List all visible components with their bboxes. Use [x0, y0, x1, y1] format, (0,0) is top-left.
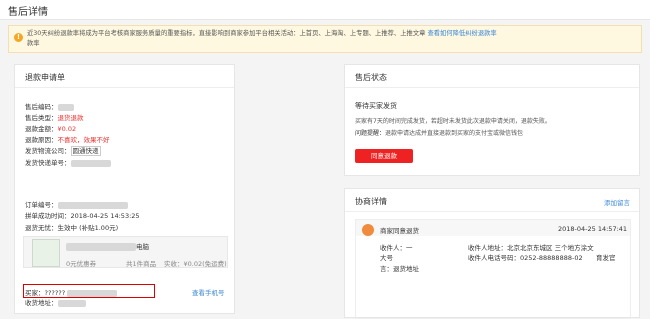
merchant-avatar-icon	[362, 224, 374, 236]
row-tracking: 发货快递单号：	[25, 157, 111, 167]
row-buyer: 买家：??????	[25, 287, 118, 297]
negotiation-title: 协商详情	[355, 197, 387, 206]
row-amount: 退款金额：¥0.02	[25, 125, 77, 133]
entry-note: 言：退货地址	[380, 265, 419, 273]
add-message-link[interactable]: 添加留言	[604, 197, 630, 207]
product-row: 电脑 0元优惠券 共1件商品 实收：¥0.02(免运费)	[23, 236, 228, 268]
after-sale-status-card: 售后状态 等待买家发货 买家有7天的时间完成发货，若超时未发货此次退款申请关闭，…	[344, 64, 640, 176]
status-state: 等待买家发货	[355, 102, 397, 110]
entry-phone: 收件人电话号码：0252-88888888-02	[468, 254, 583, 262]
row-reason: 退款原因：不喜欢，效果不好	[25, 136, 110, 144]
row-success-time: 拼单成功时间：2018-04-25 14:53:25	[25, 212, 140, 220]
divider	[345, 87, 639, 88]
row-return-worry-free: 退货无忧：生效中 (补贴1.00元)	[25, 224, 119, 232]
product-coupon: 0元优惠券	[66, 260, 97, 268]
view-phone-link[interactable]: 查看手机号	[192, 287, 225, 297]
row-code: 售后编码：	[25, 101, 74, 111]
divider	[345, 211, 639, 212]
info-icon: !	[14, 33, 23, 42]
refund-application-card: 退款申请单 售后编码： 售后类型：退货退款 退款金额：¥0.02 退款原因：不喜…	[14, 64, 235, 314]
status-card-title: 售后状态	[355, 73, 387, 82]
product-name: 电脑	[66, 241, 149, 251]
agree-refund-button[interactable]: 同意退款	[355, 149, 413, 163]
status-desc: 买家有7天的时间完成发货，若超时未发货此次退款申请关闭，退款失败。	[355, 118, 551, 125]
notice-link[interactable]: 查看如何降低纠纷退款率	[427, 30, 496, 37]
status-reminder: 问题提醒：退款申请达成并直接退款到买家的支付宝或微信钱包	[355, 130, 524, 137]
product-qty: 共1件商品	[126, 260, 157, 268]
refund-card-title: 退款申请单	[25, 73, 65, 82]
negotiation-card: 协商详情 添加留言 商家同意退货 2018-04-25 14:57:41 收件人…	[344, 188, 640, 319]
entry-time: 2018-04-25 14:57:41	[558, 225, 628, 233]
product-paid: 实收：¥0.02(免运费)	[164, 260, 227, 268]
row-logistics: 发货物流公司： 圆通快递	[25, 146, 101, 156]
product-thumbnail	[32, 239, 60, 267]
row-order-id: 订单编号：	[25, 199, 128, 209]
entry-address-cont: 育发官	[596, 254, 616, 262]
row-address: 收货地址：	[25, 297, 86, 307]
entry-address: 收件人地址：北京北京东城区 三个地方涂文	[468, 244, 594, 252]
notice-text-cont: 款率	[27, 40, 40, 47]
entry-receiver-cont: 大号	[380, 254, 393, 262]
notice-banner: ! 近30天纠纷退款率将成为平台考核商家服务质量的重要指标，直接影响到商家参加平…	[8, 25, 642, 53]
entry-receiver: 收件人：一	[380, 244, 413, 252]
notice-text: 近30天纠纷退款率将成为平台考核商家服务质量的重要指标，直接影响到商家参加平台相…	[27, 30, 497, 37]
divider	[15, 87, 234, 88]
entry-title: 商家同意退货	[380, 227, 419, 235]
page-title: 售后详情	[8, 7, 48, 18]
page-header: 售后详情	[0, 0, 650, 20]
row-type: 售后类型：退货退款	[25, 114, 84, 122]
negotiation-entry: 商家同意退货 2018-04-25 14:57:41 收件人：一 大号 收件人地…	[355, 219, 631, 319]
